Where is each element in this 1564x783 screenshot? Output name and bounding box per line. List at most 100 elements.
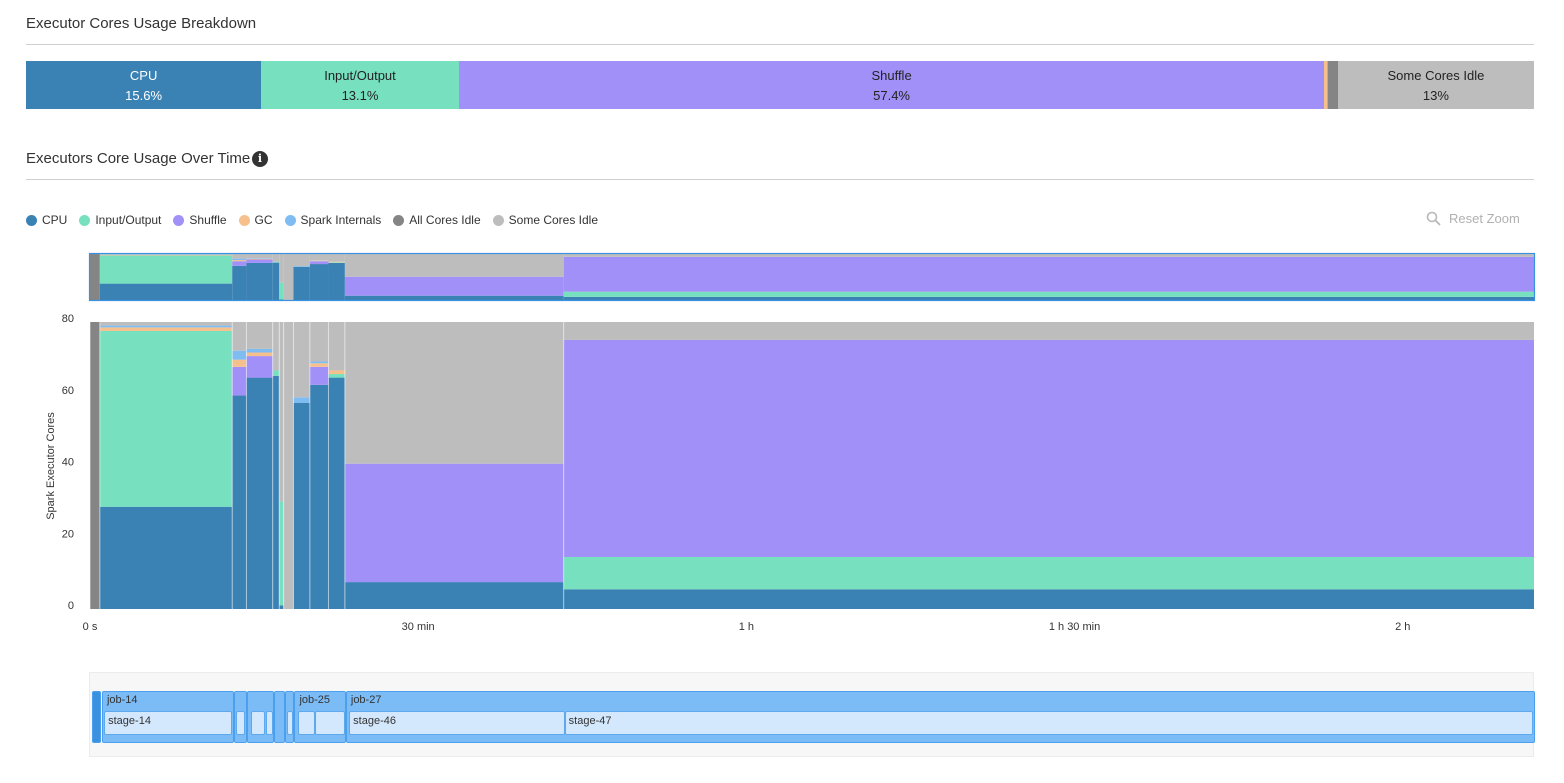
area-segment-gc-overview (99, 254, 233, 256)
area-segment-io-overview (563, 291, 1534, 297)
overview-navigator[interactable] (88, 252, 1536, 302)
area-segment-cpu-overview (309, 264, 329, 300)
area-segment-internals-overview (246, 258, 273, 259)
x-tick-label: 1 h (739, 621, 754, 633)
area-segment-some_idle-overview (283, 254, 294, 300)
area-segment-gc-overview (246, 258, 273, 260)
x-tick-label: 0 s (83, 621, 98, 633)
area-segment-gc (232, 359, 247, 367)
area-segment-cpu (272, 375, 280, 609)
area-segment-io-overview (99, 255, 233, 284)
area-segment-some_idle-overview (309, 254, 329, 261)
y-axis-label: Spark Executor Cores (45, 412, 57, 520)
y-tick-label: 40 (62, 457, 74, 469)
area-segment-shuffle (563, 339, 1534, 557)
area-segment-io (563, 556, 1534, 590)
area-segment-some_idle (283, 322, 294, 609)
area-segment-internals (232, 350, 247, 360)
area-segment-all_idle (90, 322, 100, 609)
area-segment-gc-overview (309, 260, 329, 262)
y-tick-label: 0 (68, 600, 74, 612)
area-segment-some_idle (293, 322, 310, 398)
area-segment-io-overview (328, 262, 345, 263)
area-segment-io (279, 501, 284, 606)
area-segment-shuffle-overview (344, 276, 564, 296)
area-segment-some_idle (279, 322, 284, 502)
area-segment-internals (99, 325, 233, 328)
area-segment-some_idle (99, 322, 233, 326)
area-segment-some_idle (309, 322, 329, 362)
main-plot (89, 322, 1534, 609)
area-segment-cpu-overview (293, 266, 310, 300)
stage-bar[interactable] (286, 711, 294, 735)
area-segment-internals (293, 397, 310, 403)
area-segment-shuffle-overview (232, 261, 247, 266)
area-segment-some_idle (328, 322, 345, 371)
stage-bar[interactable]: stage-14 (104, 711, 233, 735)
area-segment-cpu (232, 395, 247, 609)
area-segment-cpu-overview (328, 262, 345, 300)
area-segment-io (272, 370, 280, 376)
area-segment-gc (246, 352, 273, 357)
area-segment-gc-overview (232, 260, 247, 262)
y-tick-label: 20 (62, 528, 74, 540)
area-segment-gc-overview (328, 261, 345, 263)
stage-label: stage-46 (353, 715, 396, 727)
area-segment-all_idle-overview (90, 254, 100, 300)
area-segment-some_idle (232, 322, 247, 351)
stage-bar[interactable]: stage-46 (349, 711, 565, 735)
stage-bar[interactable] (250, 711, 265, 735)
stage-bar[interactable] (297, 711, 316, 735)
area-segment-cpu (563, 589, 1534, 609)
area-segment-some_idle-overview (272, 254, 280, 262)
y-tick-label: 80 (62, 313, 74, 325)
area-segment-cpu (246, 377, 273, 609)
area-segment-cpu (293, 402, 310, 609)
area-segment-some_idle-overview (279, 254, 284, 283)
stage-label: stage-14 (108, 715, 151, 727)
area-segment-some_idle-overview (328, 254, 345, 262)
area-segment-gc (328, 370, 345, 375)
area-segment-internals (309, 361, 329, 364)
x-tick-label: 1 h 30 min (1049, 621, 1100, 633)
job-label: job-25 (299, 694, 331, 706)
area-segment-some_idle-overview (246, 254, 273, 259)
x-tick-label: 2 h (1395, 621, 1410, 633)
area-segment-shuffle (344, 463, 564, 583)
job-bar[interactable] (92, 691, 101, 743)
stage-label: stage-47 (568, 715, 612, 727)
job-label: job-27 (350, 694, 382, 706)
area-segment-cpu-overview (246, 262, 273, 300)
area-segment-gc (99, 327, 233, 331)
core-usage-chart[interactable]: 0 20 40 60 80 0 s 30 min 1 h 1 h 30 min 2 h Spark … (0, 0, 1564, 660)
area-segment-cpu (309, 384, 329, 609)
area-segment-cpu-overview (232, 265, 247, 300)
area-segment-some_idle (246, 322, 273, 349)
area-segment-some_idle-overview (232, 254, 247, 259)
area-segment-cpu (344, 582, 564, 609)
job-stage-timeline: job-14 job-25 job-27 stage-14 stage-46 stage-… (89, 672, 1535, 757)
x-tick-label: 30 min (402, 621, 435, 633)
area-segment-cpu (328, 377, 345, 609)
area-segment-shuffle (309, 366, 329, 385)
area-segment-some_idle-overview (293, 254, 310, 267)
area-segment-shuffle (232, 366, 247, 396)
area-segment-internals (246, 348, 273, 353)
stage-bar[interactable] (266, 711, 273, 735)
stage-bar[interactable] (236, 711, 246, 735)
job-label: job-14 (106, 694, 138, 706)
stage-bar[interactable] (315, 711, 345, 735)
area-segment-gc (309, 363, 329, 367)
area-segment-some_idle (344, 322, 564, 464)
area-segment-cpu-overview (272, 262, 280, 300)
area-segment-io-overview (272, 261, 280, 263)
area-segment-shuffle (246, 356, 273, 378)
area-segment-internals-overview (232, 258, 247, 261)
area-segment-internals-overview (293, 266, 310, 267)
area-segment-io-overview (279, 282, 284, 300)
stage-bar[interactable]: stage-47 (564, 711, 1533, 735)
job-bar[interactable] (273, 691, 285, 743)
y-tick-label: 60 (62, 385, 74, 397)
area-segment-cpu (99, 506, 233, 609)
area-segment-cpu-overview (563, 296, 1534, 300)
